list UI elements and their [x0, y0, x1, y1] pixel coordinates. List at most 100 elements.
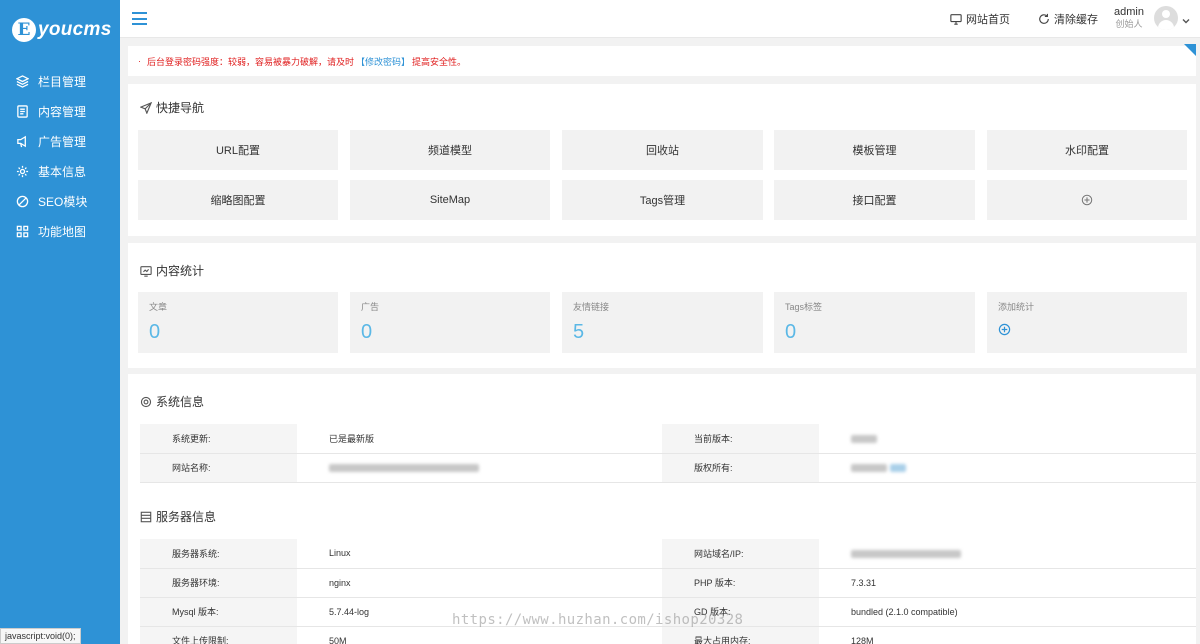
- table-row: 系统更新: 已是最新版 当前版本:: [140, 424, 1196, 454]
- stat-value: 0: [785, 321, 797, 343]
- quick-nav-api-config[interactable]: 接口配置: [774, 180, 975, 220]
- table-row: Mysql 版本: 5.7.44-log GD 版本: bundled (2.1…: [140, 597, 1196, 627]
- tile-label: 接口配置: [852, 195, 897, 207]
- sidebar: E youcms 栏目管理 内容管理 广告管理 基本信息 SEO模块 功能地图: [0, 0, 120, 644]
- sidebar-item-seo[interactable]: SEO模块: [0, 186, 120, 216]
- document-icon: [16, 104, 29, 118]
- change-password-link[interactable]: 【修改密码】: [356, 55, 410, 68]
- warning-text-after: 提高安全性。: [412, 56, 467, 67]
- system-info-panel: 系统信息 系统更新: 已是最新版 当前版本: 网站名称: 版权所有: 服务器信息…: [128, 374, 1196, 644]
- tile-label: 水印配置: [1065, 145, 1109, 157]
- quick-nav-template[interactable]: 模板管理: [774, 130, 975, 170]
- stat-card-articles[interactable]: 文章 0: [138, 292, 338, 353]
- info-key: GD 版本:: [662, 597, 819, 627]
- clear-cache-button[interactable]: 清除缓存: [1038, 11, 1098, 27]
- logo-text: youcms: [38, 19, 112, 40]
- user-info[interactable]: admin 创始人: [1114, 6, 1144, 30]
- info-key: Mysql 版本:: [140, 597, 297, 627]
- sidebar-item-label: 内容管理: [38, 104, 87, 119]
- quick-nav-title: 快捷导航: [140, 99, 204, 116]
- redacted-domain-ip: [851, 549, 961, 558]
- stat-value: 0: [361, 321, 373, 343]
- site-home-link[interactable]: 网站首页: [950, 11, 1010, 27]
- clear-cache-label: 清除缓存: [1054, 14, 1098, 26]
- info-key: 服务器系统:: [140, 539, 297, 569]
- avatar[interactable]: [1154, 6, 1178, 30]
- stat-value: 0: [149, 321, 161, 343]
- content-stats-title-text: 内容统计: [156, 264, 205, 278]
- redacted-copyright-link[interactable]: [889, 464, 906, 473]
- quick-nav-thumbnail[interactable]: 缩略图配置: [138, 180, 338, 220]
- sidebar-item-function-map[interactable]: 功能地图: [0, 216, 120, 246]
- info-key: 网站域名/IP:: [662, 539, 819, 569]
- system-info-table: 系统更新: 已是最新版 当前版本: 网站名称: 版权所有:: [140, 424, 1196, 483]
- stat-card-ads[interactable]: 广告 0: [350, 292, 550, 353]
- server-info-title: 服务器信息: [140, 508, 216, 525]
- layers-icon: [16, 74, 29, 88]
- top-header: 网站首页 清除缓存 admin 创始人: [120, 0, 1200, 38]
- refresh-icon: [1039, 13, 1049, 24]
- info-key: 当前版本:: [662, 424, 819, 454]
- stat-value: 5: [573, 321, 585, 343]
- chevron-down-icon[interactable]: [1182, 14, 1190, 24]
- quick-nav-sitemap[interactable]: SiteMap: [350, 180, 550, 220]
- browser-status-bar: javascript:void(0);: [0, 628, 81, 644]
- quick-nav-recycle-bin[interactable]: 回收站: [562, 130, 763, 170]
- tile-label: Tags管理: [639, 195, 686, 207]
- sidebar-item-label: 广告管理: [38, 134, 87, 149]
- info-value: 50M: [297, 626, 662, 644]
- server-info-title-text: 服务器信息: [156, 510, 217, 524]
- plus-circle-icon: [998, 323, 1011, 336]
- table-row: 网站名称: 版权所有:: [140, 453, 1196, 483]
- quick-nav-add-button[interactable]: [987, 180, 1187, 220]
- info-value-redacted: [819, 539, 1196, 569]
- info-key: PHP 版本:: [662, 568, 819, 598]
- sidebar-item-columns[interactable]: 栏目管理: [0, 66, 120, 96]
- stat-card-tags[interactable]: Tags标签 0: [774, 292, 975, 353]
- info-value: 128M: [819, 626, 1196, 644]
- sidebar-item-basic-info[interactable]: 基本信息: [0, 156, 120, 186]
- tile-label: URL配置: [215, 145, 260, 157]
- sidebar-item-label: 功能地图: [38, 224, 87, 239]
- warning-dot: ·: [138, 56, 141, 66]
- stat-label: 添加统计: [998, 302, 1035, 312]
- info-value: bundled (2.1.0 compatible): [819, 597, 1196, 627]
- info-value-redacted: [819, 424, 1196, 454]
- warning-text: 后台登录密码强度：较弱，容易被暴力破解，请及时: [147, 56, 355, 67]
- logo-mark: E: [12, 18, 36, 42]
- quick-nav-channel-model[interactable]: 频道模型: [350, 130, 550, 170]
- redacted-site-name: [329, 464, 479, 473]
- password-warning: · 后台登录密码强度：较弱，容易被暴力破解，请及时 【修改密码】 提高安全性。: [128, 46, 1196, 76]
- grid-icon: [16, 225, 29, 238]
- logo[interactable]: E youcms: [0, 0, 120, 60]
- send-icon: [140, 101, 152, 114]
- system-info-title: 系统信息: [140, 393, 204, 410]
- sidebar-item-content[interactable]: 内容管理: [0, 96, 120, 126]
- stat-card-add[interactable]: 添加统计: [987, 292, 1187, 353]
- redacted-copyright: [851, 464, 887, 473]
- sidebar-item-label: 基本信息: [38, 164, 87, 179]
- tile-label: 模板管理: [852, 145, 897, 157]
- info-value: 已是最新版: [297, 424, 662, 454]
- stat-label: Tags标签: [785, 302, 823, 312]
- sidebar-item-ads[interactable]: 广告管理: [0, 126, 120, 156]
- quick-nav-watermark[interactable]: 水印配置: [987, 130, 1187, 170]
- info-value: Linux: [297, 539, 662, 569]
- tile-label: 缩略图配置: [210, 195, 266, 207]
- server-icon: [140, 511, 152, 522]
- quick-nav-url-config[interactable]: URL配置: [138, 130, 338, 170]
- info-value: 5.7.44-log: [297, 597, 662, 627]
- info-key: 文件上传限制:: [140, 626, 297, 644]
- tile-label: 频道模型: [428, 145, 472, 157]
- user-name: admin: [1114, 6, 1144, 18]
- quick-nav-tags[interactable]: Tags管理: [562, 180, 763, 220]
- info-key: 服务器环境:: [140, 568, 297, 598]
- info-key: 最大占用内存:: [662, 626, 819, 644]
- stat-card-links[interactable]: 友情链接 5: [562, 292, 763, 353]
- sidebar-item-label: 栏目管理: [38, 74, 87, 89]
- plus-circle-icon: [1081, 194, 1093, 206]
- info-value: nginx: [297, 568, 662, 598]
- system-info-title-text: 系统信息: [156, 395, 205, 409]
- menu-toggle-icon[interactable]: [132, 12, 147, 25]
- globe-icon: [16, 195, 29, 208]
